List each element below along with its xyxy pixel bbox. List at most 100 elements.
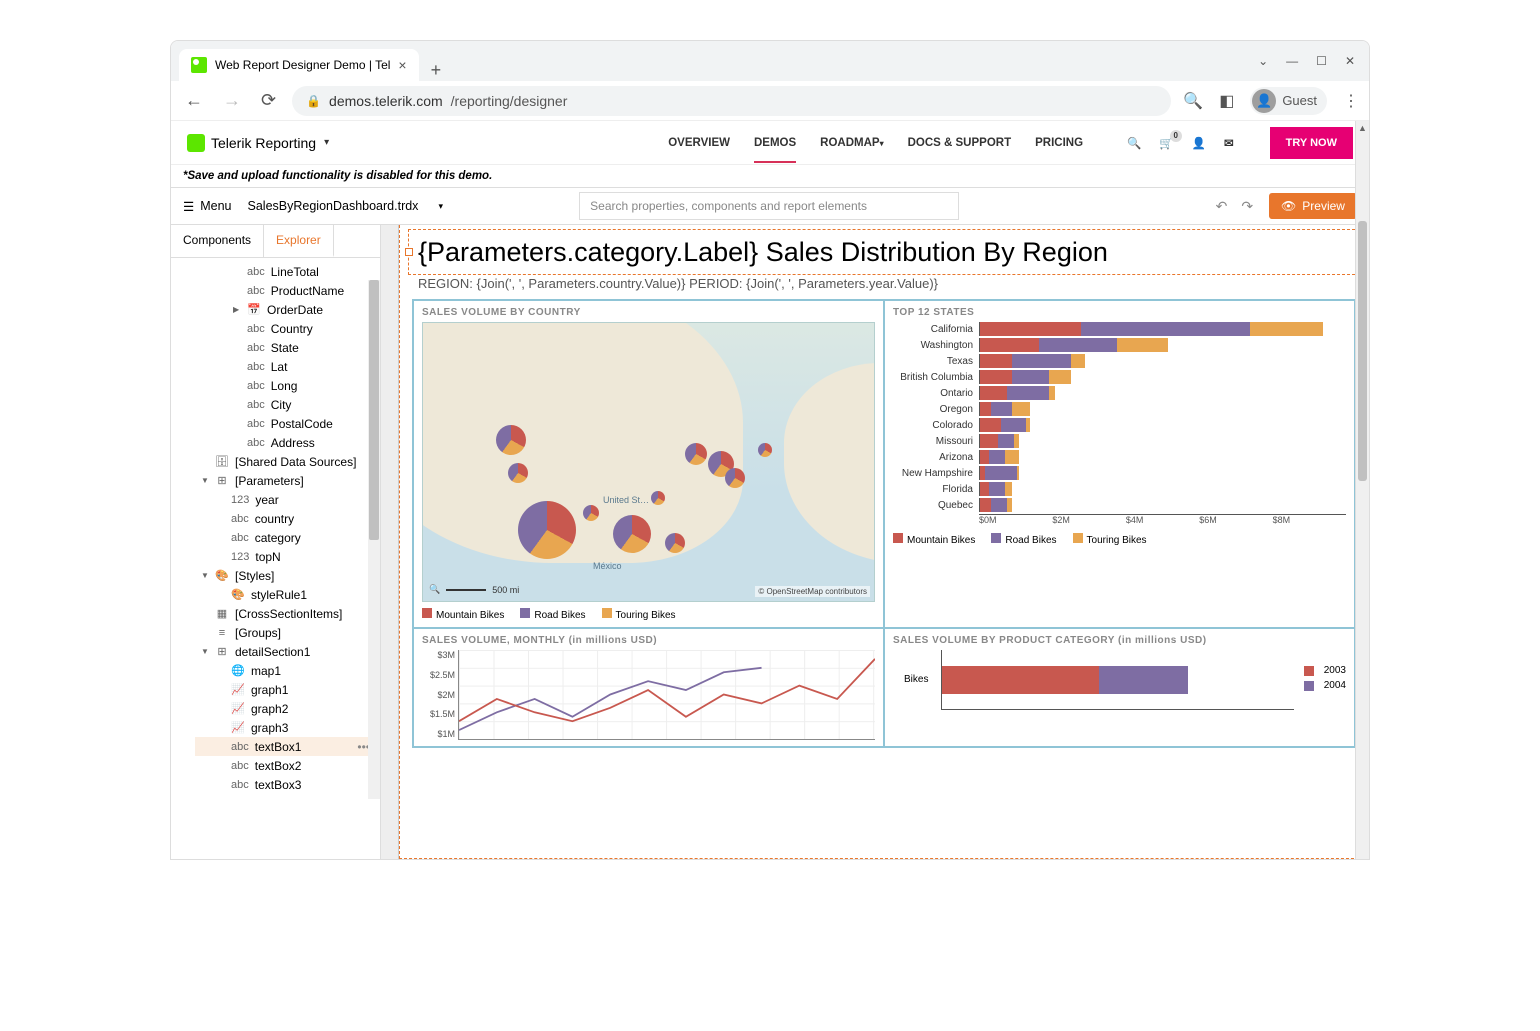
- try-now-button[interactable]: TRY NOW: [1270, 127, 1353, 159]
- year-legend: 2003 2004: [1304, 665, 1346, 695]
- scrollbar-thumb[interactable]: [369, 280, 379, 540]
- tree-item[interactable]: abcState: [195, 338, 380, 357]
- contact-icon[interactable]: ✉: [1224, 136, 1234, 150]
- tree-item[interactable]: 📈graph2: [195, 699, 380, 718]
- report-title-textbox[interactable]: {Parameters.category.Label} Sales Distri…: [412, 235, 1356, 270]
- search-input[interactable]: Search properties, components and report…: [579, 192, 959, 220]
- panel-icon[interactable]: ◧: [1219, 91, 1234, 111]
- tree-item[interactable]: abcLat: [195, 357, 380, 376]
- hbar-row: Colorado: [893, 418, 1346, 432]
- lock-icon: 🔒: [306, 94, 321, 108]
- report-canvas[interactable]: {Parameters.category.Label} Sales Distri…: [399, 225, 1369, 859]
- hbar-row: British Columbia: [893, 370, 1346, 384]
- file-dropdown[interactable]: SalesByRegionDashboard.trdx ▾: [248, 199, 443, 213]
- nav-docs[interactable]: DOCS & SUPPORT: [908, 123, 1012, 163]
- tree-item[interactable]: abctextBox2: [195, 756, 380, 775]
- tree-item[interactable]: 🌐map1: [195, 661, 380, 680]
- tab-components[interactable]: Components: [171, 225, 264, 257]
- maximize-button[interactable]: ☐: [1316, 54, 1327, 68]
- map-attribution: © OpenStreetMap contributors: [755, 586, 870, 597]
- category-row-label: Bikes: [904, 674, 928, 685]
- undo-button[interactable]: ↶: [1216, 198, 1228, 215]
- back-button[interactable]: ←: [181, 86, 207, 115]
- tree-item[interactable]: 🎨styleRule1: [195, 585, 380, 604]
- report-subtitle-textbox[interactable]: REGION: {Join(', ', Parameters.country.V…: [412, 274, 1356, 293]
- pie-marker: [725, 468, 745, 488]
- tree-item[interactable]: abccategory: [195, 528, 380, 547]
- product-legend: Mountain Bikes Road Bikes Touring Bikes: [422, 608, 875, 621]
- map-panel[interactable]: SALES VOLUME BY COUNTRY United St… Méxic…: [413, 300, 884, 628]
- site-header: Telerik Reporting ▾ OVERVIEW DEMOS ROADM…: [171, 121, 1369, 165]
- account-icon[interactable]: 👤: [1192, 136, 1206, 150]
- monthly-title: SALES VOLUME, MONTHLY (in millions USD): [422, 635, 875, 646]
- tree-item[interactable]: 123topN: [195, 547, 380, 566]
- explorer-tree[interactable]: abcLineTotalabcProductName▶📅OrderDateabc…: [171, 258, 380, 859]
- canvas-area: {Parameters.category.Label} Sales Distri…: [381, 225, 1369, 859]
- nav-roadmap[interactable]: ROADMAP▾: [820, 123, 883, 163]
- tree-scrollbar[interactable]: [368, 280, 380, 799]
- chevron-down-icon[interactable]: ⌄: [1258, 54, 1268, 68]
- magnify-icon: 🔍: [429, 584, 440, 595]
- tree-item[interactable]: abcLong: [195, 376, 380, 395]
- tree-item[interactable]: ▦[CrossSectionItems]: [195, 604, 380, 623]
- url-input[interactable]: 🔒 demos.telerik.com/reporting/designer: [292, 86, 1171, 116]
- hbar-row: New Hampshire: [893, 466, 1346, 480]
- minimize-button[interactable]: ―: [1286, 54, 1298, 68]
- tree-item[interactable]: abcPostalCode: [195, 414, 380, 433]
- page-scrollbar[interactable]: ▲: [1355, 121, 1369, 859]
- tree-item[interactable]: abctextBox3: [195, 775, 380, 794]
- nav-overview[interactable]: OVERVIEW: [668, 123, 730, 163]
- close-tab-icon[interactable]: ×: [398, 57, 406, 73]
- telerik-favicon-icon: [191, 57, 207, 73]
- brand[interactable]: Telerik Reporting ▾: [187, 134, 329, 152]
- scrollbar-thumb[interactable]: [1358, 221, 1367, 481]
- search-icon[interactable]: 🔍: [1183, 91, 1203, 111]
- tree-item[interactable]: abccountry: [195, 509, 380, 528]
- tree-item[interactable]: abcProductName: [195, 281, 380, 300]
- nav-demos[interactable]: DEMOS: [754, 123, 796, 163]
- demo-notice: *Save and upload functionality is disabl…: [171, 165, 1369, 187]
- profile-button[interactable]: 👤 Guest: [1250, 87, 1327, 115]
- tree-item[interactable]: ▼⊞[Parameters]: [195, 471, 380, 490]
- browser-tab[interactable]: Web Report Designer Demo | Tel ×: [179, 49, 419, 81]
- cart-badge: 0: [1170, 130, 1182, 142]
- tree-item[interactable]: abctextBox1•••: [195, 737, 380, 756]
- hbar-row: Washington: [893, 338, 1346, 352]
- tree-item[interactable]: abcAddress: [195, 433, 380, 452]
- reload-button[interactable]: ⟳: [257, 86, 280, 115]
- forward-button[interactable]: →: [219, 86, 245, 115]
- tree-item[interactable]: 123year: [195, 490, 380, 509]
- top-states-panel[interactable]: TOP 12 STATES CaliforniaWashingtonTexasB…: [884, 300, 1355, 628]
- tab-title: Web Report Designer Demo | Tel: [215, 58, 390, 72]
- menu-button[interactable]: ☰ Menu: [183, 199, 232, 214]
- kebab-menu-icon[interactable]: ⋮: [1343, 91, 1359, 111]
- tree-item[interactable]: ▼🎨[Styles]: [195, 566, 380, 585]
- top-states-chart: CaliforniaWashingtonTexasBritish Columbi…: [893, 322, 1346, 512]
- tree-item[interactable]: ▶📅OrderDate: [195, 300, 380, 319]
- preview-button[interactable]: 👁 Preview: [1269, 193, 1357, 219]
- category-panel[interactable]: SALES VOLUME BY PRODUCT CATEGORY (in mil…: [884, 628, 1355, 747]
- new-tab-button[interactable]: +: [419, 60, 454, 81]
- tree-item[interactable]: ≡[Groups]: [195, 623, 380, 642]
- tab-explorer[interactable]: Explorer: [264, 225, 334, 257]
- tree-item[interactable]: 🗄[Shared Data Sources]: [195, 452, 380, 471]
- redo-button[interactable]: ↷: [1241, 198, 1253, 215]
- map-title: SALES VOLUME BY COUNTRY: [422, 307, 875, 318]
- scroll-up-icon[interactable]: ▲: [1356, 123, 1369, 133]
- cart-button[interactable]: 🛒0: [1159, 136, 1173, 150]
- pie-marker: [583, 505, 599, 521]
- search-icon[interactable]: 🔍: [1127, 136, 1141, 150]
- tree-item[interactable]: abcCountry: [195, 319, 380, 338]
- close-window-button[interactable]: ✕: [1345, 54, 1355, 68]
- nav-pricing[interactable]: PRICING: [1035, 123, 1083, 163]
- pie-marker: [508, 463, 528, 483]
- sales-map: United St… México: [422, 322, 875, 602]
- tree-item[interactable]: ▼⊞detailSection1: [195, 642, 380, 661]
- eye-icon: 👁: [1281, 199, 1296, 213]
- tree-item[interactable]: abcCity: [195, 395, 380, 414]
- monthly-panel[interactable]: SALES VOLUME, MONTHLY (in millions USD) …: [413, 628, 884, 747]
- brand-name: Telerik Reporting: [211, 135, 316, 151]
- tree-item[interactable]: 📈graph1: [195, 680, 380, 699]
- tree-item[interactable]: 📈graph3: [195, 718, 380, 737]
- tree-item[interactable]: abcLineTotal: [195, 262, 380, 281]
